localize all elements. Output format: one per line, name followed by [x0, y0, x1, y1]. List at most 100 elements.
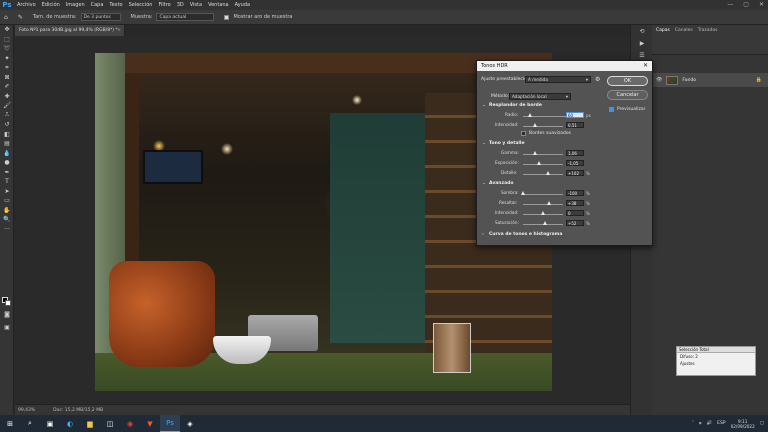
- collapse-chevron-icon[interactable]: ⌄: [482, 141, 486, 146]
- tone-detail-header[interactable]: Tono y detalle: [489, 141, 525, 146]
- zoom-tool-icon[interactable]: 🔍: [0, 215, 14, 225]
- show-ring-checkbox[interactable]: [224, 14, 230, 20]
- detail-input[interactable]: +102: [566, 170, 584, 176]
- windows-start-icon[interactable]: ⊞: [0, 415, 20, 432]
- chevron-up-icon[interactable]: ˄: [692, 421, 694, 426]
- menu-archivo[interactable]: Archivo: [14, 2, 39, 8]
- search-icon[interactable]: ⌕: [20, 415, 40, 432]
- eyedropper-tool-icon[interactable]: ✎: [18, 14, 23, 21]
- menu-vista[interactable]: Vista: [187, 2, 205, 8]
- chrome-icon[interactable]: ◉: [120, 415, 140, 432]
- exposure-slider-thumb[interactable]: [537, 161, 541, 165]
- highlight-input[interactable]: +38: [566, 200, 584, 206]
- app-taskbar-icon[interactable]: ◈: [180, 415, 200, 432]
- screen-mode-icon[interactable]: ▣: [0, 323, 14, 333]
- shadow-slider-thumb[interactable]: [521, 191, 525, 195]
- type-tool-icon[interactable]: T: [0, 177, 14, 187]
- task-view-icon[interactable]: ▣: [40, 415, 60, 432]
- tab-capas[interactable]: Capas: [656, 28, 670, 33]
- exposure-input[interactable]: -1,05: [566, 160, 584, 166]
- exposure-slider[interactable]: [523, 164, 563, 165]
- home-icon[interactable]: ⌂: [4, 14, 8, 21]
- notifications-icon[interactable]: ▢: [760, 421, 764, 426]
- history-panel-icon[interactable]: ⟲: [631, 25, 653, 37]
- detail-slider[interactable]: [523, 174, 563, 175]
- expand-chevron-icon[interactable]: ›: [482, 232, 484, 237]
- sample-select[interactable]: Capa actual: [156, 13, 215, 21]
- saturation-input[interactable]: +52: [566, 220, 584, 226]
- zoom-readout[interactable]: 99,43%: [18, 408, 35, 413]
- shape-tool-icon[interactable]: ▭: [0, 196, 14, 206]
- vibrance-slider-thumb[interactable]: [541, 211, 545, 215]
- shadow-input[interactable]: -100: [566, 190, 584, 196]
- strength-slider[interactable]: [523, 126, 563, 127]
- ok-button[interactable]: OK: [607, 76, 648, 86]
- file-explorer-icon[interactable]: ▆: [80, 415, 100, 432]
- frame-tool-icon[interactable]: ⊠: [0, 73, 14, 83]
- quick-select-tool-icon[interactable]: ✦: [0, 54, 14, 64]
- highlight-slider-thumb[interactable]: [547, 201, 551, 205]
- strength-slider-thumb[interactable]: [533, 123, 537, 127]
- cancel-button[interactable]: Cancelar: [607, 90, 648, 100]
- menu-filtro[interactable]: Filtro: [155, 2, 173, 8]
- maximize-icon[interactable]: ▢: [743, 0, 749, 10]
- menu-edicion[interactable]: Edición: [39, 2, 63, 8]
- radius-input[interactable]: 60: [566, 112, 584, 118]
- saturation-slider-thumb[interactable]: [543, 221, 547, 225]
- history-brush-tool-icon[interactable]: ↺: [0, 120, 14, 130]
- gamma-input[interactable]: 1,06: [566, 150, 584, 156]
- path-select-tool-icon[interactable]: ➤: [0, 187, 14, 197]
- actions-panel-icon[interactable]: ▶: [631, 37, 653, 49]
- background-color-swatch[interactable]: [5, 300, 11, 306]
- lasso-tool-icon[interactable]: ➰: [0, 44, 14, 54]
- hand-tool-icon[interactable]: ✋: [0, 206, 14, 216]
- eraser-tool-icon[interactable]: ◧: [0, 130, 14, 140]
- brush-tool-icon[interactable]: 🖌: [0, 101, 14, 111]
- close-icon[interactable]: ✕: [643, 61, 648, 71]
- pen-tool-icon[interactable]: ✒: [0, 168, 14, 178]
- marquee-tool-icon[interactable]: ⬚: [0, 35, 14, 45]
- eye-icon[interactable]: 👁: [656, 77, 662, 83]
- preset-select[interactable]: A medida ▾: [525, 76, 591, 83]
- document-tab[interactable]: Foto Nº1 para 30dB.jpg al 99,4% (RGB/8*)…: [15, 25, 125, 36]
- shadow-slider[interactable]: [523, 194, 563, 195]
- menu-texto[interactable]: Texto: [106, 2, 125, 8]
- mini-panel-row[interactable]: Ajustes: [677, 360, 755, 367]
- strength-input[interactable]: 0,51: [566, 122, 584, 128]
- network-icon[interactable]: ⌗: [699, 421, 702, 427]
- close-tab-icon[interactable]: ×: [117, 25, 121, 36]
- menu-ayuda[interactable]: Ayuda: [232, 2, 253, 8]
- vibrance-input[interactable]: 0: [566, 210, 584, 216]
- healing-tool-icon[interactable]: ✚: [0, 92, 14, 102]
- photoshop-taskbar-icon[interactable]: Ps: [160, 415, 180, 432]
- preview-checkbox[interactable]: [609, 107, 614, 112]
- store-icon[interactable]: ◫: [100, 415, 120, 432]
- advanced-header[interactable]: Avanzado: [489, 181, 513, 186]
- language-indicator[interactable]: ESP: [717, 421, 725, 426]
- quick-mask-icon[interactable]: ◙: [0, 310, 14, 320]
- gradient-tool-icon[interactable]: ▤: [0, 139, 14, 149]
- smooth-edges-checkbox[interactable]: [521, 131, 526, 136]
- blur-tool-icon[interactable]: 💧: [0, 149, 14, 159]
- detail-slider-thumb[interactable]: [546, 171, 550, 175]
- tab-canales[interactable]: Canales: [675, 28, 693, 33]
- gamma-slider[interactable]: [523, 154, 563, 155]
- collapse-chevron-icon[interactable]: ⌄: [482, 103, 486, 108]
- close-window-icon[interactable]: ✕: [759, 0, 764, 10]
- method-select[interactable]: Adaptación local ▾: [509, 93, 571, 100]
- menu-capa[interactable]: Capa: [88, 2, 107, 8]
- menu-imagen[interactable]: Imagen: [63, 2, 88, 8]
- dodge-tool-icon[interactable]: ●: [0, 158, 14, 168]
- menu-seleccion[interactable]: Selección: [126, 2, 156, 8]
- curve-header[interactable]: Curva de tonos e histograma: [489, 232, 562, 237]
- edge-glow-header[interactable]: Resplandor de borde: [489, 103, 542, 108]
- more-tools-icon[interactable]: ···: [0, 225, 14, 235]
- eyedropper-tool-icon[interactable]: ✐: [0, 82, 14, 92]
- layer-row[interactable]: 👁 Fondo 🔒: [652, 73, 768, 87]
- radius-slider-thumb[interactable]: [528, 113, 532, 117]
- tab-trazados[interactable]: Trazados: [698, 28, 718, 33]
- minimize-icon[interactable]: —: [727, 0, 733, 10]
- preset-gear-icon[interactable]: ⚙: [595, 76, 600, 83]
- volume-icon[interactable]: 🔊: [707, 421, 713, 426]
- edge-browser-icon[interactable]: ◐: [60, 415, 80, 432]
